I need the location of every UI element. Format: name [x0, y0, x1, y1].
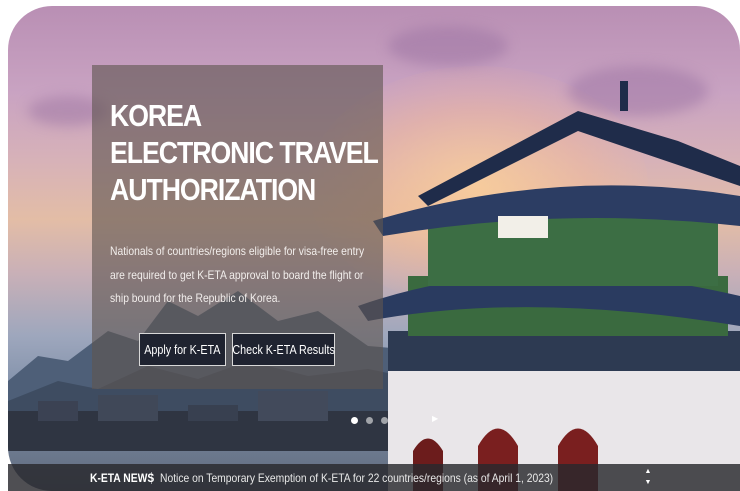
carousel-dot[interactable]	[381, 417, 388, 424]
page-title: KOREA ELECTRONIC TRAVEL AUTHORIZATION	[110, 97, 379, 208]
news-arrows: ▲ ▼	[642, 466, 654, 488]
cloud	[388, 26, 508, 66]
title-line: ELECTRONIC TRAVEL	[110, 135, 379, 170]
news-headline-link[interactable]: Notice on Temporary Exemption of K-ETA f…	[160, 471, 553, 485]
apply-button-label: Apply for K-ETA	[144, 342, 221, 357]
title-line: AUTHORIZATION	[110, 172, 316, 207]
news-up-arrow-icon[interactable]: ▲	[642, 466, 654, 477]
news-label: K-ETA NEWS	[90, 471, 155, 485]
carousel-dot[interactable]	[351, 417, 358, 424]
news-down-arrow-icon[interactable]: ▼	[642, 477, 654, 488]
palace-gate-illustration	[358, 81, 740, 491]
check-button-label: Check K-ETA Results	[232, 342, 335, 357]
title-line: KOREA	[110, 98, 202, 133]
carousel-dot[interactable]	[366, 417, 373, 424]
news-bar: K-ETA NEWS Notice on Temporary Exemption…	[8, 464, 740, 491]
slider-pause-icon[interactable]: ▶	[432, 414, 438, 423]
apply-for-keta-button[interactable]: Apply for K-ETA	[139, 333, 226, 366]
check-keta-results-button[interactable]: Check K-ETA Results	[232, 333, 335, 366]
hero-description: Nationals of countries/regions eligible …	[110, 244, 365, 305]
divider	[151, 472, 152, 484]
carousel-indicators	[351, 417, 388, 424]
